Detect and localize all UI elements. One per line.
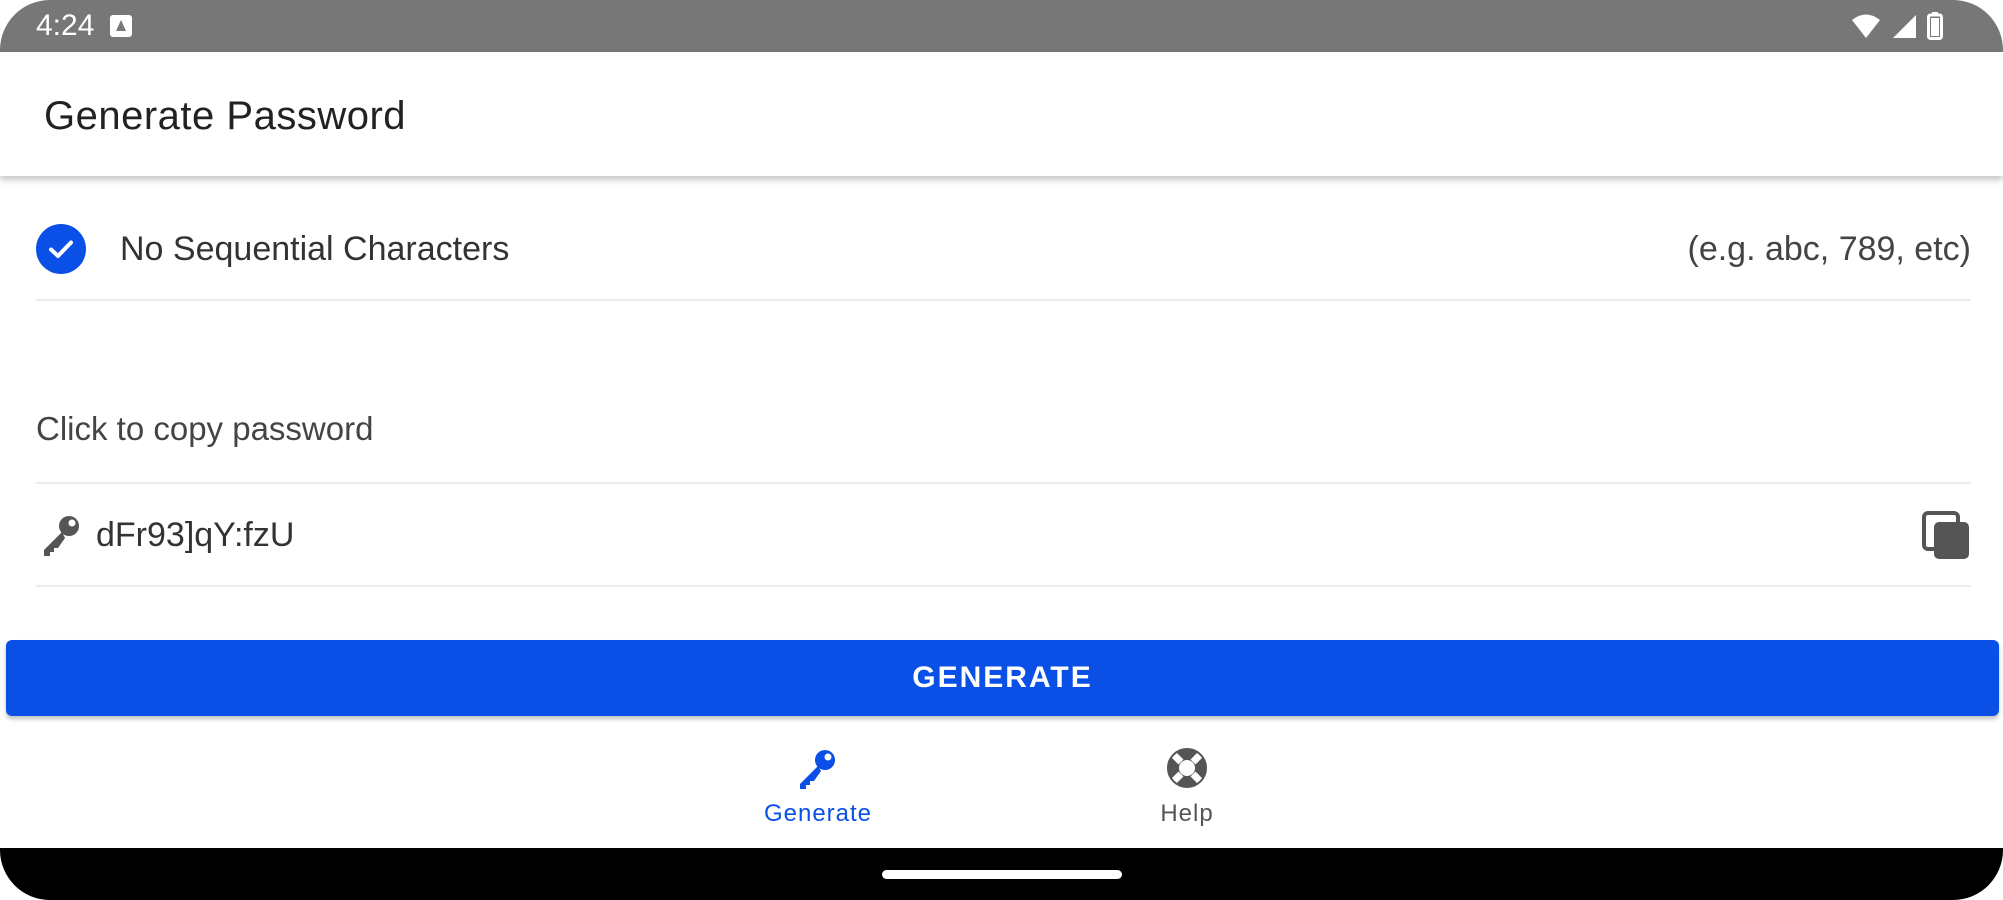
copy-password-caption: Click to copy password	[36, 410, 374, 447]
wifi-icon	[1852, 14, 1880, 38]
nav-item-generate[interactable]: Generate	[748, 746, 888, 836]
app-bar: Generate Password	[0, 52, 2003, 176]
status-icons	[1851, 12, 1943, 40]
generate-button[interactable]: GENERATE	[6, 640, 1999, 716]
divider	[36, 585, 1971, 587]
signal-icon	[1893, 15, 1916, 38]
battery-icon	[1927, 12, 1943, 40]
nav-label-help: Help	[1160, 800, 1214, 827]
divider	[36, 482, 1971, 484]
copy-button[interactable]	[1921, 510, 1973, 562]
check-icon	[49, 240, 73, 258]
no-sequential-hint: (e.g. abc, 789, etc)	[1687, 230, 1972, 268]
nav-label-generate: Generate	[763, 800, 873, 827]
notification-icon	[110, 15, 132, 37]
status-time: 4:24	[36, 9, 95, 42]
key-icon	[44, 516, 79, 556]
bottom-nav: Generate Help	[0, 730, 2003, 848]
gesture-area	[0, 848, 2003, 900]
copy-icon	[1922, 511, 1969, 559]
no-sequential-label: No Sequential Characters	[120, 230, 510, 268]
nav-item-help[interactable]: Help	[1117, 746, 1257, 836]
gesture-handle[interactable]	[882, 870, 1122, 879]
screen: 4:24 Generate Password No Sequential Cha…	[0, 0, 2003, 900]
divider	[36, 299, 1971, 301]
no-sequential-checkbox[interactable]	[36, 224, 86, 274]
lifebuoy-icon	[1167, 748, 1207, 788]
page-title: Generate Password	[44, 94, 407, 138]
key-icon	[800, 750, 835, 789]
status-bar: 4:24	[0, 0, 2003, 52]
password-value[interactable]: dFr93]qY:fzU	[96, 514, 294, 556]
